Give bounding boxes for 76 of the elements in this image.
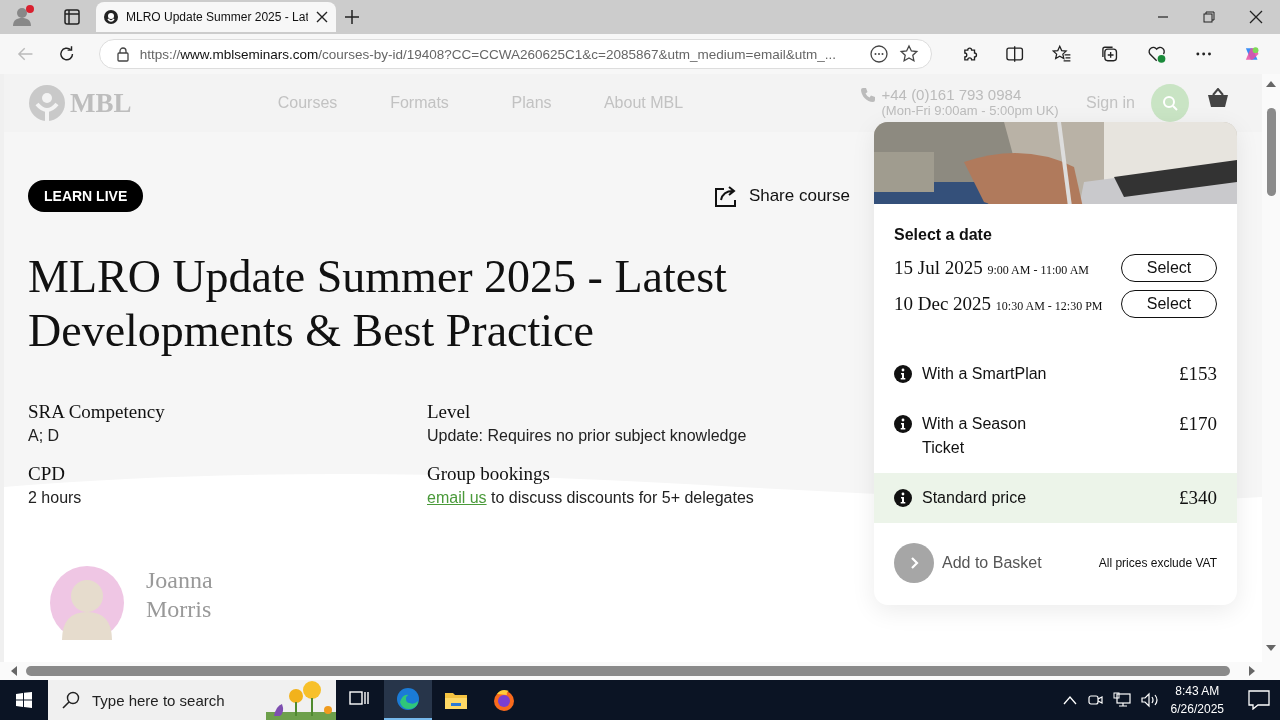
info-icon	[894, 365, 912, 383]
session-date: 15 Jul 2025 9:00 AM - 11:00 AM	[894, 257, 1089, 279]
star-icon[interactable]	[899, 44, 920, 64]
fox-browser-icon	[492, 688, 516, 712]
detail-value: Update: Requires no prior subject knowledge	[427, 426, 748, 446]
select-button[interactable]: Select	[1121, 254, 1217, 282]
taskbar-search-field[interactable]: Type here to search	[48, 680, 336, 720]
course-format-badge: LEARN LIVE	[28, 180, 144, 212]
add-to-basket-button[interactable]: Add to Basket	[894, 543, 1042, 583]
course-title: MLRO Update Summer 2025 - Latest Developments & Best Practice	[28, 250, 728, 358]
detail-label: Group bookings	[427, 462, 551, 486]
phone-icon	[859, 87, 876, 103]
detail-value: A; D	[28, 426, 61, 446]
session-date: 10 Dec 2025 10:30 AM - 12:30 PM	[894, 293, 1103, 315]
scroll-down-icon[interactable]	[1266, 644, 1276, 652]
taskbar-app[interactable]	[384, 680, 432, 720]
share-icon	[712, 184, 739, 208]
detail-label: CPD	[28, 462, 66, 486]
price-amount: £153	[1179, 362, 1217, 386]
price-label: With a SmartPlan	[922, 364, 1047, 384]
close-icon[interactable]	[1249, 10, 1263, 24]
health-icon[interactable]	[1146, 44, 1167, 64]
price-amount: £170	[1179, 412, 1217, 436]
volume-icon[interactable]	[1140, 692, 1159, 708]
detail-value: 2 hours	[28, 488, 83, 508]
clock-time: 8:43 AM	[1175, 683, 1220, 700]
clock-date: 6/26/2025	[1170, 701, 1224, 718]
tab-title: MLRO Update Summer 2025 - Lat	[126, 10, 308, 24]
info-icon	[894, 415, 912, 433]
lock-icon	[115, 46, 130, 62]
price-option[interactable]: With a Season Ticket £170	[874, 399, 1237, 473]
scroll-up-icon[interactable]	[1266, 80, 1276, 88]
windows-icon	[16, 692, 32, 708]
price-label: Standard price	[922, 488, 1027, 508]
phone-number: +44 (0)161 793 0984	[881, 87, 1023, 103]
detail-label: SRA Competency	[28, 400, 166, 424]
scrollbar-thumb[interactable]	[26, 666, 1230, 676]
clock[interactable]: 8:43 AM 6/26/2025	[1170, 682, 1224, 718]
more-icon[interactable]	[869, 44, 890, 64]
price-option[interactable]: With a SmartPlan £153	[874, 349, 1237, 399]
search-icon	[1162, 95, 1178, 111]
flowers-drawing	[266, 680, 336, 720]
notifications-icon[interactable]	[1248, 690, 1270, 710]
browser-icon	[396, 687, 420, 711]
search-icon	[62, 691, 80, 709]
scrollbar-thumb[interactable]	[1266, 108, 1276, 196]
chevron-icon	[894, 543, 934, 583]
share-course-link[interactable]: Share course	[712, 184, 850, 208]
price-amount: £340	[1179, 486, 1217, 510]
restore-icon[interactable]	[1203, 11, 1215, 23]
basket-icon[interactable]	[1207, 88, 1229, 108]
browser-tab[interactable]: MLRO Update Summer 2025 - Lat	[96, 2, 336, 32]
detail-label: Level	[427, 400, 472, 424]
scroll-left-icon[interactable]	[10, 666, 18, 676]
network-icon[interactable]	[1112, 692, 1131, 708]
section-heading: Select a date	[894, 226, 993, 244]
opening-hours: (Mon-Fri 9:00am - 5:00pm UK)	[881, 103, 1059, 119]
email-link[interactable]: email us	[427, 489, 487, 506]
price-label: With a Season Ticket	[922, 414, 1028, 458]
vat-note: All prices exclude VAT	[1098, 556, 1217, 570]
chevron-up-icon[interactable]	[1062, 695, 1077, 705]
select-button[interactable]: Select	[1121, 290, 1217, 318]
favorites-icon[interactable]	[1052, 44, 1072, 64]
camera-icon[interactable]	[1086, 692, 1103, 708]
search-placeholder: Type here to search	[92, 691, 225, 709]
collections-icon[interactable]	[1099, 44, 1119, 64]
scroll-right-icon[interactable]	[1248, 666, 1256, 676]
close-icon[interactable]	[316, 11, 328, 23]
split-screen-icon[interactable]	[1004, 44, 1025, 64]
price-option[interactable]: Standard price £340	[874, 473, 1237, 523]
detail-value: email us to discuss discounts for 5+ delegates	[427, 488, 755, 508]
tab-actions-icon[interactable]	[62, 7, 82, 27]
site-icon	[104, 10, 118, 24]
new-tab-icon[interactable]	[344, 9, 360, 25]
address-bar[interactable]: https://www.mblseminars.com/courses-by-id/19408?CC=CCWA260625C1&c=2085867&utm_medium=email&utm_...	[98, 39, 933, 69]
info-icon	[894, 489, 912, 507]
